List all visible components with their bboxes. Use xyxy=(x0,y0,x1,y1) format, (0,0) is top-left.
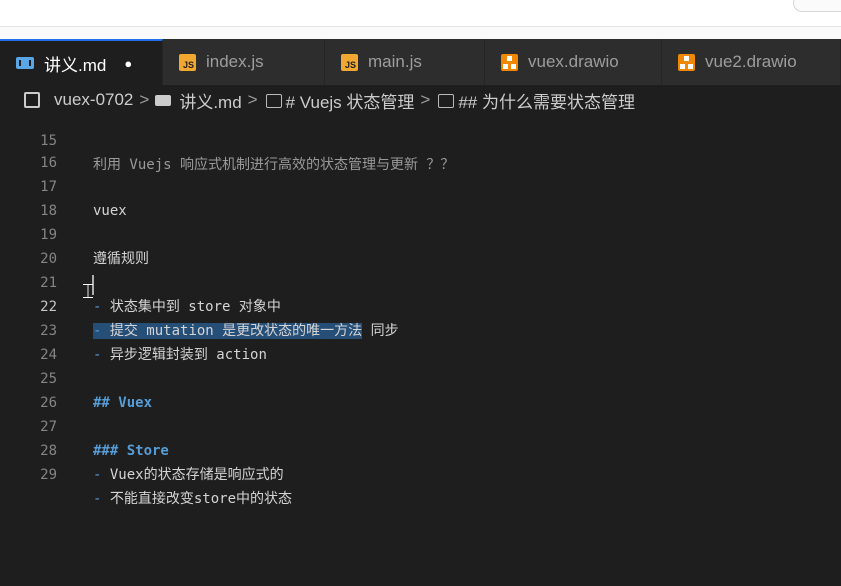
unsaved-dot-icon[interactable]: ● xyxy=(124,56,132,71)
tab-index-js[interactable]: JS index.js xyxy=(163,39,325,85)
line-text: - 不能直接改变store中的状态 xyxy=(93,487,292,511)
code-line[interactable]: 27 ### Store xyxy=(0,391,841,459)
editor-tab-bar: 讲义.md ● JS index.js JS main.js vuex.draw… xyxy=(0,39,841,85)
tab-label: index.js xyxy=(206,52,264,71)
line-number: 29 xyxy=(40,467,57,483)
code-line[interactable]: 28 - Vuex的状态存储是响应式的 xyxy=(0,415,841,483)
code-line[interactable]: 16 xyxy=(0,127,841,171)
breadcrumb-separator: > xyxy=(139,90,150,109)
top-right-control[interactable] xyxy=(793,0,841,12)
code-line[interactable]: 25 ## Vuex xyxy=(0,343,841,411)
js-icon: JS xyxy=(341,53,358,71)
tab-label: main.js xyxy=(368,52,422,71)
breadcrumb-separator: > xyxy=(247,90,258,109)
code-editor[interactable]: 15 利用 Vuejs 响应式机制进行高效的状态管理与更新 ？？ 16 17 v… xyxy=(0,115,841,586)
tab-main-js[interactable]: JS main.js xyxy=(325,39,485,85)
line-text: - Vuex的状态存储是响应式的 xyxy=(93,463,284,487)
file-icon xyxy=(24,92,40,108)
tab-label: 讲义.md xyxy=(44,55,107,75)
drawio-icon xyxy=(678,53,695,71)
code-line-current[interactable]: 22 - 提交 mutation 是更改状态的唯一方法 同步 xyxy=(0,271,841,339)
markdown-icon xyxy=(155,94,172,106)
tab-label: vuex.drawio xyxy=(528,52,619,71)
code-line[interactable]: 29 - 不能直接改变store中的状态 xyxy=(0,439,841,507)
breadcrumb-file[interactable]: 讲义.md xyxy=(179,88,241,113)
window-gap xyxy=(0,27,841,39)
breadcrumb: vuex-0702 > 讲义.md > # Vuejs 状态管理 > ## 为什… xyxy=(0,85,841,115)
breadcrumb-heading-1[interactable]: # Vuejs 状态管理 xyxy=(286,88,415,113)
tab-label: vue2.drawio xyxy=(705,52,797,71)
code-line[interactable]: 24 xyxy=(0,319,841,363)
code-line[interactable]: 23 - 异步逻辑封装到 action xyxy=(0,295,841,363)
code-line[interactable]: 17 vuex xyxy=(0,151,841,219)
js-icon: JS xyxy=(179,53,196,71)
breadcrumb-separator: > xyxy=(420,90,431,109)
breadcrumb-heading-2[interactable]: ## 为什么需要状态管理 xyxy=(458,88,635,113)
line-content: Vuex的状态存储是响应式的 xyxy=(101,467,284,483)
code-line[interactable]: 18 xyxy=(0,175,841,219)
string-symbol-icon xyxy=(438,94,455,108)
string-symbol-icon xyxy=(265,94,282,108)
code-line[interactable]: 21 - 状态集中到 store 对象中 xyxy=(0,247,841,315)
line-content: 不能直接改变store中的状态 xyxy=(101,491,293,507)
tab-vuex-drawio[interactable]: vuex.drawio xyxy=(485,39,662,85)
code-line[interactable]: 20 xyxy=(0,223,841,267)
code-line[interactable]: 19 遵循规则 xyxy=(0,199,841,267)
ibeam-cursor-icon: ⌶ xyxy=(82,279,94,303)
tab-vue2-drawio[interactable]: vue2.drawio xyxy=(662,39,841,85)
tab-lecture-md[interactable]: 讲义.md ● xyxy=(0,39,163,85)
drawio-icon xyxy=(501,53,518,71)
markdown-icon xyxy=(16,57,34,69)
code-line[interactable]: 26 xyxy=(0,367,841,411)
window-top-bar xyxy=(0,0,841,27)
breadcrumb-folder[interactable]: vuex-0702 xyxy=(54,90,133,110)
